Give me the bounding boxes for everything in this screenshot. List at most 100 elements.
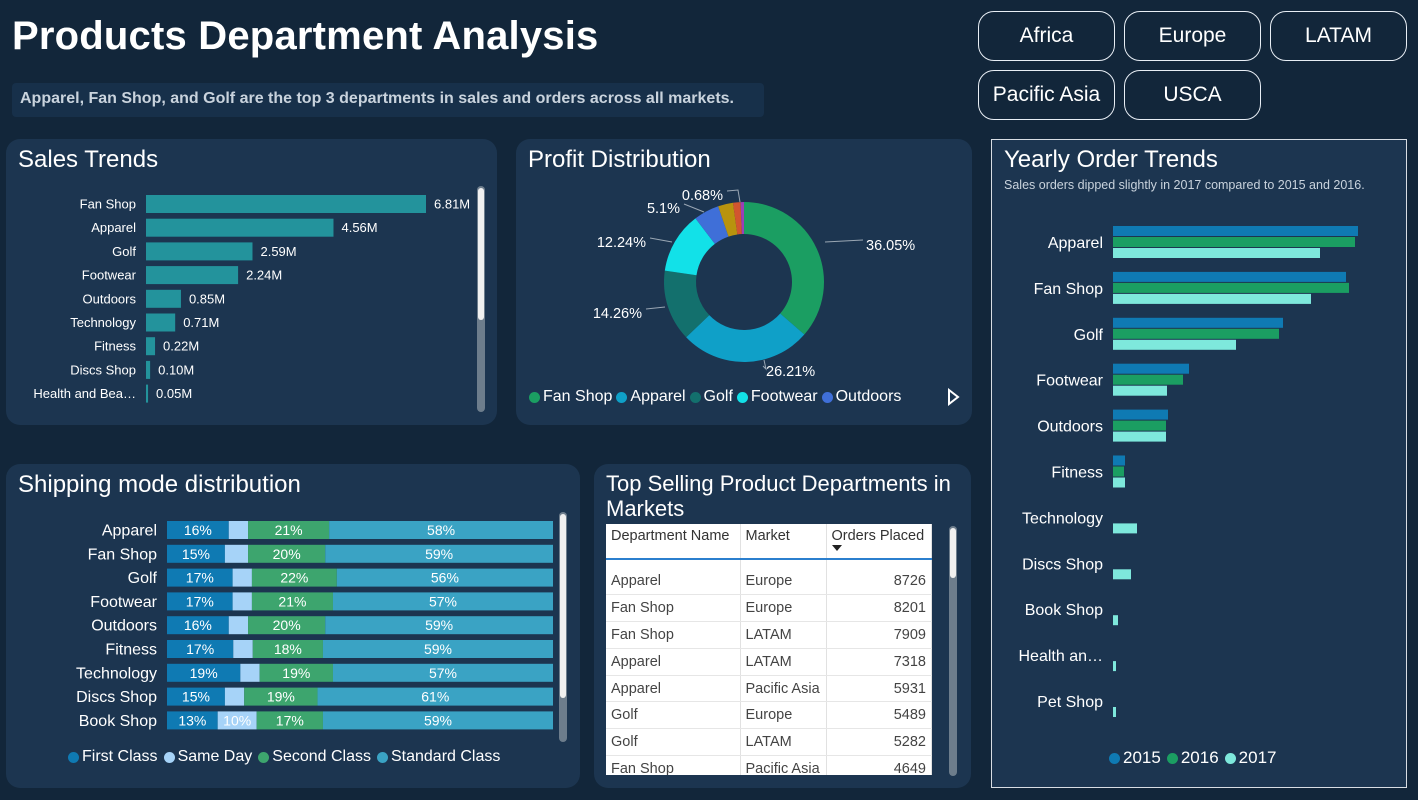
market-button-europe[interactable]: Europe: [1124, 11, 1261, 61]
shipping-value-label: 10%: [223, 712, 251, 728]
shipping-value-label: 19%: [267, 689, 295, 705]
legend-dot: [736, 391, 748, 403]
shipping-value-label: 16%: [184, 617, 212, 633]
cell-market: LATAM: [740, 621, 827, 649]
yearly-bar-2017-fitness: [1113, 477, 1125, 488]
cell-market: LATAM: [740, 648, 827, 676]
yearly-bar-2015-fitness: [1113, 455, 1125, 466]
shipping-segment-same-day: [224, 687, 245, 706]
legend-item-same-day[interactable]: Same Day: [163, 748, 253, 766]
shipping-category-label: Golf: [128, 570, 158, 587]
legend-label: 2015: [1123, 748, 1161, 767]
market-button-africa[interactable]: Africa: [978, 11, 1115, 61]
shipping-segment-same-day: [228, 616, 249, 635]
donut-value-label: 14.26%: [593, 306, 642, 322]
legend-item-first-class[interactable]: First Class: [68, 748, 158, 766]
legend-item-second-class[interactable]: Second Class: [258, 748, 371, 766]
legend-item-golf[interactable]: Golf: [689, 388, 733, 406]
yearly-category-label: Fitness: [1051, 465, 1103, 482]
yearly-category-label: Discs Shop: [1022, 556, 1103, 573]
shipping-category-label: Outdoors: [91, 618, 157, 635]
shipping-segment-same-day: [240, 663, 260, 682]
table-row[interactable]: Fan Shop Europe 8201: [606, 594, 932, 623]
yearly-bar-2017-footwear: [1113, 385, 1167, 396]
column-header-market[interactable]: Market: [740, 524, 827, 560]
legend-item-outdoors[interactable]: Outdoors: [821, 388, 902, 406]
yearly-bar-2015-golf: [1113, 317, 1283, 328]
table-row[interactable]: Apparel Europe 8726: [606, 568, 932, 596]
cell-orders-placed: 8201: [826, 594, 932, 623]
shipping-category-label: Footwear: [90, 594, 157, 611]
top-selling-table: Department Name Market Orders Placed App…: [606, 524, 932, 775]
donut-value-label: 5.1%: [647, 201, 680, 217]
legend-label: 2016: [1180, 748, 1219, 767]
donut-leader-line: [645, 306, 666, 310]
table-row[interactable]: Golf Europe 5489: [606, 701, 932, 730]
legend-label: Standard Class: [390, 748, 501, 765]
table-scrollbar[interactable]: [949, 526, 957, 776]
shipping-value-label: 57%: [429, 665, 457, 681]
legend-dot: [1166, 752, 1178, 764]
legend-dot: [163, 751, 175, 763]
yearly-bar-2016-golf: [1113, 328, 1279, 339]
table-row[interactable]: Apparel Pacific Asia 5931: [606, 675, 932, 703]
legend-item-2017[interactable]: 2017: [1224, 748, 1276, 768]
yearly-orders-chart: Apparel Fan Shop Golf Footwear Outdoors Fitne…: [1019, 226, 1358, 717]
legend-item-2015[interactable]: 2015: [1109, 748, 1161, 768]
legend-item-apparel[interactable]: Apparel: [616, 388, 686, 406]
donut-leader-line: [683, 203, 705, 213]
cell-department: Golf: [606, 701, 741, 730]
market-button-latam[interactable]: LATAM: [1270, 11, 1407, 61]
cell-orders-placed: 8726: [826, 568, 932, 596]
yearly-bar-2015-outdoors: [1113, 409, 1168, 420]
yearly-bar-2017-book-shop: [1113, 615, 1118, 626]
orders-placed-label: Orders Placed: [831, 528, 925, 544]
shipping-value-label: 58%: [427, 522, 455, 538]
shipping-segment-same-day: [232, 568, 252, 587]
legend-label: Same Day: [177, 748, 253, 765]
market-button-usca[interactable]: USCA: [1124, 70, 1261, 120]
cell-market: LATAM: [740, 728, 827, 757]
table-scrollbar-thumb[interactable]: [950, 528, 956, 578]
market-button-pacific-asia[interactable]: Pacific Asia: [978, 70, 1115, 120]
yearly-bar-2016-fan-shop: [1113, 282, 1349, 293]
legend-item-footwear[interactable]: Footwear: [736, 388, 818, 406]
cell-market: Europe: [740, 701, 827, 730]
yearly-bar-2017-fan-shop: [1113, 293, 1311, 304]
shipping-value-label: 17%: [276, 712, 304, 728]
legend-label: Outdoors: [835, 388, 902, 405]
table-row[interactable]: Apparel LATAM 7318: [606, 648, 932, 676]
legend-dot: [616, 391, 628, 403]
table-row[interactable]: Fan Shop LATAM 7909: [606, 621, 932, 649]
yearly-category-label: Outdoors: [1037, 419, 1103, 436]
shipping-value-label: 57%: [429, 593, 457, 609]
donut-value-label: 12.24%: [597, 235, 646, 251]
donut-value-label: 26.21%: [766, 364, 815, 380]
yearly-bar-2016-outdoors: [1113, 420, 1166, 431]
yearly-category-label: Book Shop: [1025, 602, 1103, 619]
cell-department: Apparel: [606, 568, 741, 596]
shipping-value-label: 56%: [431, 570, 459, 586]
legend-dot: [68, 751, 79, 763]
yearly-category-label: Pet Shop: [1037, 694, 1103, 711]
donut-value-label: 36.05%: [866, 238, 915, 254]
cell-orders-placed: 5931: [826, 675, 932, 703]
shipping-value-label: 15%: [182, 546, 210, 562]
donut-leader-line: [649, 237, 673, 243]
cell-market: Europe: [740, 594, 827, 623]
legend-item-standard-class[interactable]: Standard Class: [376, 748, 501, 766]
table-row[interactable]: Golf LATAM 5282: [606, 728, 932, 757]
shipping-segment-same-day: [232, 592, 252, 611]
column-header-orders-placed[interactable]: Orders Placed: [826, 524, 932, 560]
profit-distribution-chart: 36.05% 26.21% 14.26% 12.24% 5.1%0.68%: [593, 188, 915, 380]
legend-dot: [689, 391, 701, 403]
yearly-category-label: Fan Shop: [1034, 281, 1103, 298]
cell-orders-placed: 5282: [826, 728, 932, 757]
donut-value-label: 0.68%: [682, 188, 723, 204]
yearly-bar-2015-apparel: [1113, 226, 1358, 236]
column-header-department[interactable]: Department Name: [606, 524, 741, 560]
table-row[interactable]: Fan Shop Pacific Asia 4649: [606, 755, 932, 775]
legend-item-2016[interactable]: 2016: [1166, 748, 1219, 768]
yearly-legend: 2015 2016 2017: [1109, 748, 1282, 768]
legend-next-icon[interactable]: [946, 388, 960, 406]
